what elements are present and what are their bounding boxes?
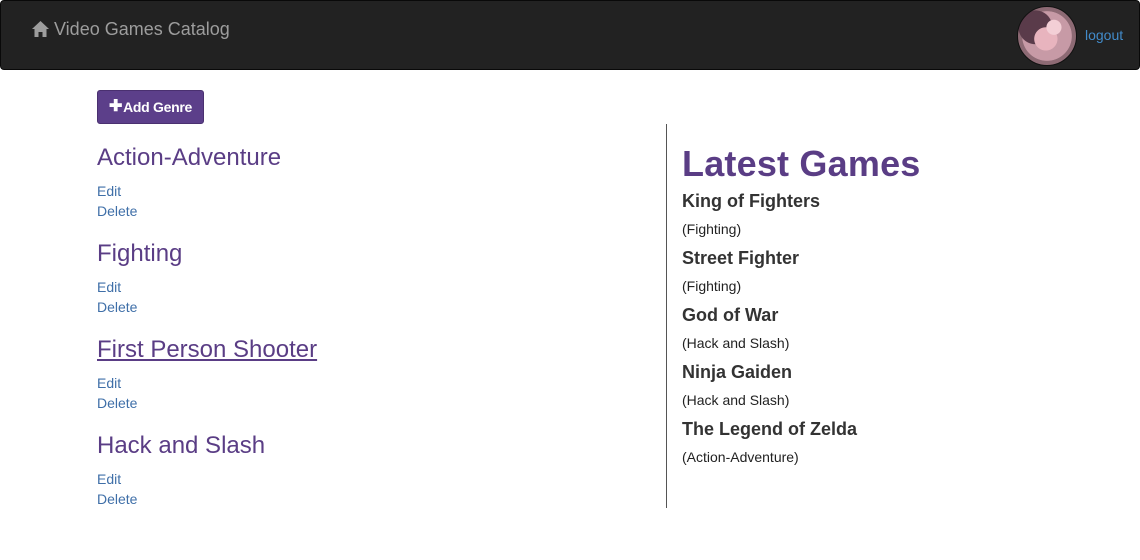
avatar[interactable]	[1017, 6, 1077, 66]
brand-title: Video Games Catalog	[54, 18, 230, 39]
game-name[interactable]: Street Fighter	[682, 247, 1122, 269]
genre-title-link[interactable]: Fighting	[97, 240, 182, 268]
add-genre-button[interactable]: ✚ Add Genre	[97, 90, 204, 124]
genre-item: Fighting Edit Delete	[97, 240, 657, 336]
latest-game-item: Ninja Gaiden (Hack and Slash)	[682, 361, 1122, 410]
brand-link[interactable]: Video Games Catalog	[31, 17, 230, 41]
game-name[interactable]: The Legend of Zelda	[682, 418, 1122, 440]
game-name[interactable]: Ninja Gaiden	[682, 361, 1122, 383]
latest-game-item: The Legend of Zelda (Action-Adventure)	[682, 418, 1122, 467]
game-name[interactable]: God of War	[682, 304, 1122, 326]
latest-game-item: Street Fighter (Fighting)	[682, 247, 1122, 296]
logout-link[interactable]: logout	[1085, 27, 1123, 43]
genre-title-link[interactable]: First Person Shooter	[97, 336, 317, 364]
latest-games-panel: Latest Games King of Fighters (Fighting)…	[682, 144, 1122, 467]
game-genre: (Action-Adventure)	[682, 449, 799, 465]
genre-item: Hack and Slash Edit Delete	[97, 432, 657, 528]
genre-item: Action-Adventure Edit Delete	[97, 144, 657, 240]
home-icon	[32, 21, 49, 37]
delete-genre-link[interactable]: Delete	[97, 393, 657, 413]
edit-genre-link[interactable]: Edit	[97, 181, 657, 201]
game-genre: (Hack and Slash)	[682, 335, 790, 351]
latest-game-item: God of War (Hack and Slash)	[682, 304, 1122, 353]
genre-title-link[interactable]: Action-Adventure	[97, 144, 281, 172]
game-name[interactable]: King of Fighters	[682, 190, 1122, 212]
latest-games-title: Latest Games	[682, 143, 921, 184]
plus-icon: ✚	[109, 98, 123, 115]
game-genre: (Fighting)	[682, 278, 742, 294]
edit-genre-link[interactable]: Edit	[97, 277, 657, 297]
delete-genre-link[interactable]: Delete	[97, 201, 657, 221]
edit-genre-link[interactable]: Edit	[97, 373, 657, 393]
genre-title-link[interactable]: Hack and Slash	[97, 432, 265, 460]
add-genre-label: Add Genre	[123, 99, 192, 115]
edit-genre-link[interactable]: Edit	[97, 469, 657, 489]
delete-genre-link[interactable]: Delete	[97, 297, 657, 317]
delete-genre-link[interactable]: Delete	[97, 489, 657, 509]
game-genre: (Fighting)	[682, 221, 742, 237]
genre-list: Action-Adventure Edit Delete Fighting Ed…	[97, 144, 657, 528]
navbar: Video Games Catalog logout	[0, 0, 1140, 70]
column-divider	[666, 124, 667, 508]
latest-game-item: King of Fighters (Fighting)	[682, 190, 1122, 239]
genre-item: First Person Shooter Edit Delete	[97, 336, 657, 432]
game-genre: (Hack and Slash)	[682, 392, 790, 408]
